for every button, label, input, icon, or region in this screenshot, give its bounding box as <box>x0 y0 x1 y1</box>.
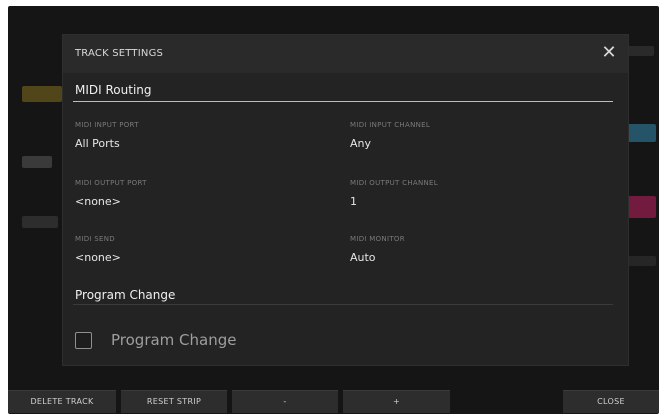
field-label: MIDI SEND <box>75 235 115 243</box>
program-change-checkbox-label: Program Change <box>111 331 237 349</box>
reset-strip-button[interactable]: RESET STRIP <box>121 390 227 413</box>
track-settings-dialog: TRACK SETTINGS ✕ MIDI Routing MIDI INPUT… <box>62 34 629 366</box>
midi-input-channel-field[interactable]: MIDI INPUT CHANNEL Any <box>350 121 570 157</box>
program-change-heading: Program Change <box>75 288 176 302</box>
close-button[interactable]: CLOSE <box>563 390 659 413</box>
app-screen: TRACK SETTINGS ✕ MIDI Routing MIDI INPUT… <box>8 6 659 414</box>
plus-button[interactable]: + <box>343 390 450 413</box>
midi-output-channel-field[interactable]: MIDI OUTPUT CHANNEL 1 <box>350 179 570 215</box>
field-value: <none> <box>75 251 121 264</box>
background-track-item <box>22 216 58 228</box>
dialog-header: TRACK SETTINGS ✕ <box>63 35 628 73</box>
field-value: All Ports <box>75 137 120 150</box>
footer-button-bar: DELETE TRACK RESET STRIP - + CLOSE <box>8 390 659 414</box>
midi-output-port-field[interactable]: MIDI OUTPUT PORT <none> <box>75 179 295 215</box>
background-track-color <box>22 86 62 102</box>
dialog-title: TRACK SETTINGS <box>75 48 164 59</box>
field-label: MIDI OUTPUT CHANNEL <box>350 179 438 187</box>
field-value: <none> <box>75 195 121 208</box>
field-value: Auto <box>350 251 376 264</box>
midi-input-port-field[interactable]: MIDI INPUT PORT All Ports <box>75 121 295 157</box>
background-track-item <box>22 156 52 168</box>
midi-routing-heading: MIDI Routing <box>75 83 152 97</box>
field-label: MIDI INPUT CHANNEL <box>350 121 431 129</box>
delete-track-button[interactable]: DELETE TRACK <box>8 390 116 413</box>
close-icon[interactable]: ✕ <box>600 44 618 62</box>
field-label: MIDI MONITOR <box>350 235 405 243</box>
field-value: Any <box>350 137 372 150</box>
background-track-color <box>628 196 656 218</box>
program-change-checkbox[interactable] <box>75 332 92 349</box>
field-label: MIDI OUTPUT PORT <box>75 179 147 187</box>
midi-monitor-field[interactable]: MIDI MONITOR Auto <box>350 235 570 271</box>
minus-button[interactable]: - <box>232 390 338 413</box>
field-label: MIDI INPUT PORT <box>75 121 139 129</box>
field-value: 1 <box>350 195 357 208</box>
section-divider <box>73 304 613 305</box>
section-divider <box>73 101 613 102</box>
midi-send-field[interactable]: MIDI SEND <none> <box>75 235 295 271</box>
